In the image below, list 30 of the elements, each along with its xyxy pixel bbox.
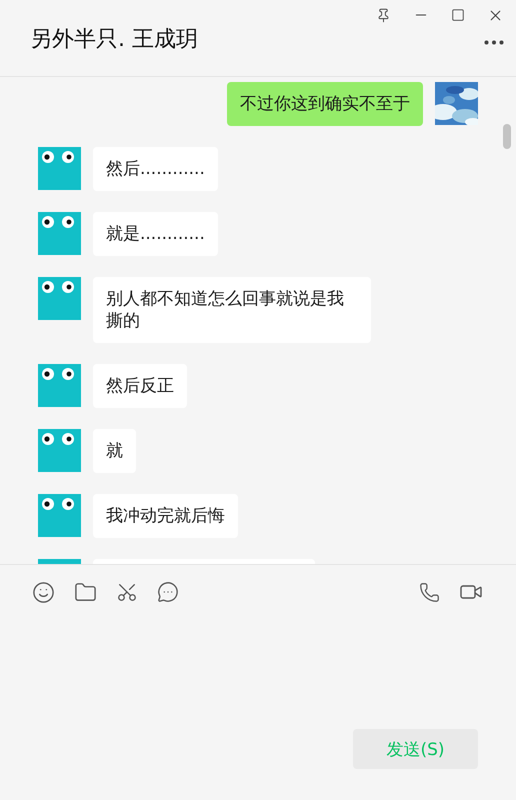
pin-icon[interactable]: [376, 8, 391, 22]
send-button[interactable]: 发送(S): [353, 729, 478, 769]
scrollbar[interactable]: [503, 124, 511, 149]
window-title: 另外半只. 王成玥: [30, 26, 198, 54]
eyes-icon: [42, 433, 74, 445]
avatar[interactable]: [38, 364, 81, 407]
message-bubble: 就是............: [93, 212, 218, 256]
maximize-icon[interactable]: [451, 8, 465, 22]
eyes-icon: [42, 368, 74, 380]
avatar[interactable]: [38, 277, 81, 320]
message-bubble: 不过你这到确实不至于: [227, 82, 423, 126]
eyes-icon: [42, 498, 74, 510]
eyes-icon: [42, 281, 74, 293]
eyes-icon: [42, 151, 74, 163]
scissors-icon[interactable]: [116, 581, 138, 603]
message-bubble: 然后反正: [93, 364, 187, 408]
message-bubble: 别人都不知道怎么回事就说是我撕的: [93, 277, 371, 343]
chat-icon[interactable]: [157, 581, 179, 603]
avatar[interactable]: [38, 147, 81, 190]
eyes-icon: [42, 216, 74, 228]
more-icon[interactable]: [484, 40, 504, 44]
folder-icon[interactable]: [74, 580, 97, 604]
avatar[interactable]: [38, 494, 81, 537]
message-bubble: 然后............: [93, 147, 218, 191]
message-bubble: 我冲动完就后悔: [93, 494, 238, 538]
avatar[interactable]: [38, 212, 81, 255]
message-bubble: 就: [93, 429, 136, 473]
phone-icon[interactable]: [419, 582, 440, 602]
emoji-icon[interactable]: [32, 580, 55, 604]
avatar[interactable]: [38, 429, 81, 472]
